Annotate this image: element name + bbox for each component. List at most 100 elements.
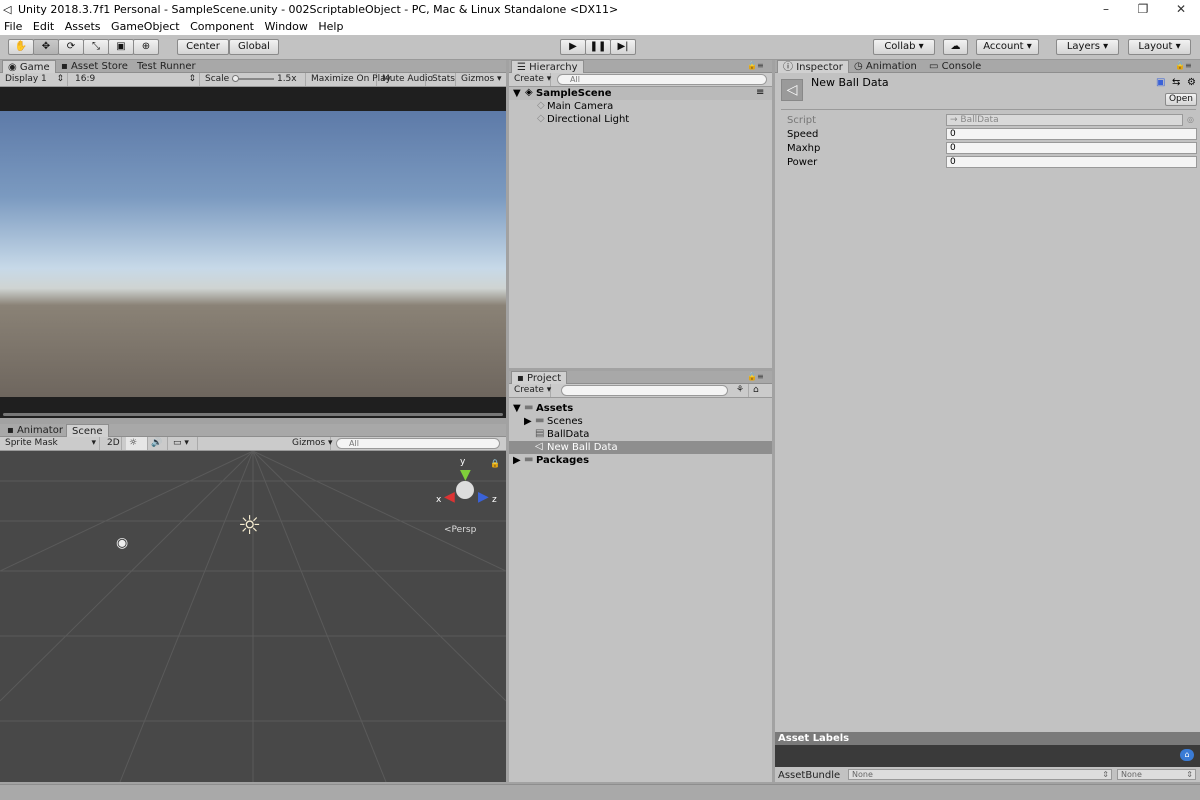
power-input[interactable]: 0 <box>946 156 1197 168</box>
scale-slider[interactable]: Scale 1.5x <box>202 73 306 86</box>
script-field-row: Script → BallData ◎ <box>787 114 1197 127</box>
maximize-on-play-toggle[interactable]: Maximize On Play <box>308 73 391 86</box>
speed-input[interactable]: 0 <box>946 128 1197 140</box>
account-button[interactable]: Account ▾ <box>976 39 1039 55</box>
scene-search-input[interactable]: All <box>336 438 500 449</box>
pause-button[interactable]: ❚❚ <box>585 39 611 55</box>
tab-inspector[interactable]: ⓘ Inspector <box>777 60 849 73</box>
rect-tool-icon[interactable]: ▣ <box>108 39 134 55</box>
scale-track <box>232 74 275 82</box>
open-button[interactable]: Open <box>1165 93 1197 106</box>
maxhp-input[interactable]: 0 <box>946 142 1197 154</box>
menu-edit[interactable]: Edit <box>33 20 54 33</box>
menu-gameobject[interactable]: GameObject <box>111 20 180 33</box>
play-button[interactable]: ▶ <box>560 39 586 55</box>
list-item[interactable]: ▶ ▬ Packages <box>509 454 772 467</box>
gizmo-z-cone-icon[interactable]: ▶ <box>478 489 489 505</box>
list-item[interactable]: ◇ Main Camera <box>509 100 772 113</box>
search-by-label-icon[interactable]: ⌂ <box>750 384 766 397</box>
list-item[interactable]: ▤ BallData <box>509 428 772 441</box>
asset-labels-header: Asset Labels <box>775 732 1200 745</box>
rotate-tool-icon[interactable]: ⟳ <box>58 39 84 55</box>
scene-row[interactable]: ▼ ◈ SampleScene ≡ <box>509 87 772 100</box>
preset-icon[interactable]: ⇆ <box>1172 77 1180 88</box>
gizmo-x-cone-icon[interactable]: ◀ <box>444 489 455 505</box>
help-icon[interactable]: ▣ <box>1156 77 1165 88</box>
gizmo-lock-icon[interactable]: 🔒 <box>490 459 500 468</box>
move-tool-icon[interactable]: ✥ <box>33 39 59 55</box>
camera-gizmo-icon[interactable]: ◉ <box>116 535 128 551</box>
transform-tool-icon[interactable]: ⊕ <box>133 39 159 55</box>
asset-bundle-variant-dropdown[interactable]: None ⇕ <box>1117 769 1196 780</box>
stats-toggle[interactable]: Stats <box>429 73 456 86</box>
menu-component[interactable]: Component <box>190 20 254 33</box>
search-by-type-icon[interactable]: ⚘ <box>733 384 749 397</box>
tab-hierarchy[interactable]: ☰ Hierarchy <box>511 60 584 73</box>
list-item[interactable]: ▶ ▬ Scenes <box>509 415 772 428</box>
game-view[interactable] <box>0 87 506 418</box>
gizmo-center-icon[interactable] <box>456 481 474 499</box>
project-search-input[interactable] <box>561 385 728 396</box>
asset-bundle-dropdown[interactable]: None ⇕ <box>848 769 1112 780</box>
hierarchy-search-input[interactable]: All <box>557 74 767 85</box>
game-gizmos-dropdown[interactable]: Gizmos ▾ <box>458 73 502 86</box>
pivot-center-button[interactable]: Center <box>177 39 229 55</box>
game-scrollbar[interactable] <box>3 413 503 416</box>
persp-label[interactable]: <Persp <box>444 525 476 535</box>
scene-menu-icon[interactable]: ≡ <box>756 87 764 98</box>
lighting-toggle-icon[interactable]: ☼ <box>126 437 148 450</box>
project-lock-icon[interactable]: 🔒≡ <box>747 372 764 381</box>
scenes-foldout-icon[interactable]: ▶ <box>524 416 532 427</box>
scale-tool-icon[interactable]: ⤡ <box>83 39 109 55</box>
inspector-lock-icon[interactable]: 🔒≡ <box>1175 61 1192 70</box>
orientation-gizmo[interactable]: y ▼ x ◀ ▶ z 🔒 <box>436 457 500 515</box>
tab-test-runner[interactable]: Test Runner <box>132 60 201 73</box>
script-picker-icon[interactable]: ◎ <box>1187 115 1194 124</box>
menu-bar: File Edit Assets GameObject Component Wi… <box>0 18 1200 35</box>
close-icon[interactable]: ✕ <box>1166 2 1196 16</box>
2d-toggle[interactable]: 2D <box>104 437 122 450</box>
tab-game[interactable]: ◉ Game <box>2 60 56 73</box>
minimize-icon[interactable]: – <box>1091 2 1121 16</box>
space-global-button[interactable]: Global <box>229 39 279 55</box>
cloud-button[interactable]: ☁ <box>943 39 968 55</box>
tab-animation[interactable]: ◷ Animation <box>849 60 922 73</box>
restore-icon[interactable]: ❐ <box>1128 2 1158 16</box>
menu-window[interactable]: Window <box>265 20 308 33</box>
scene-view[interactable]: ☼ ◉ y ▼ x ◀ ▶ z 🔒 <Persp <box>0 451 506 782</box>
label-tag-icon[interactable]: ⌂ <box>1180 749 1194 761</box>
display-dropdown[interactable]: Display 1 ⇕ <box>2 73 68 86</box>
menu-file[interactable]: File <box>4 20 22 33</box>
directional-light-icon[interactable]: ☼ <box>238 511 261 541</box>
packages-foldout-icon[interactable]: ▶ <box>513 455 521 466</box>
audio-toggle-icon[interactable]: 🔊 <box>148 437 168 450</box>
list-item[interactable]: ▼ ▬ Assets <box>509 402 772 415</box>
collab-button[interactable]: Collab ▾ <box>873 39 935 55</box>
menu-assets[interactable]: Assets <box>65 20 101 33</box>
settings-gear-icon[interactable]: ⚙ <box>1187 77 1196 88</box>
scene-gizmos-dropdown[interactable]: Gizmos ▾ <box>289 437 333 450</box>
hand-tool-icon[interactable]: ✋ <box>8 39 34 55</box>
power-label: Power <box>787 157 818 168</box>
hierarchy-create-dropdown[interactable]: Create ▾ <box>511 73 551 86</box>
menu-help[interactable]: Help <box>318 20 343 33</box>
tab-animator[interactable]: ▪ Animator <box>2 424 68 437</box>
layout-button[interactable]: Layout ▾ <box>1128 39 1191 55</box>
aspect-dropdown[interactable]: 16:9 ⇕ <box>72 73 200 86</box>
list-item[interactable]: ◇ Directional Light <box>509 113 772 126</box>
assets-foldout-icon[interactable]: ▼ <box>513 403 521 414</box>
effects-toggle-icon[interactable]: ▭ ▾ <box>170 437 198 450</box>
sprite-mask-dropdown[interactable]: Sprite Mask ▾ <box>2 437 100 450</box>
tab-scene[interactable]: Scene <box>66 424 109 437</box>
mute-audio-toggle[interactable]: Mute Audio <box>379 73 433 86</box>
layers-button[interactable]: Layers ▾ <box>1056 39 1119 55</box>
step-button[interactable]: ▶| <box>610 39 636 55</box>
list-item-selected[interactable]: ◁ New Ball Data <box>509 441 772 454</box>
tab-asset-store[interactable]: ▪ Asset Store <box>56 60 133 73</box>
tab-console[interactable]: ▭ Console <box>924 60 986 73</box>
hierarchy-lock-icon[interactable]: 🔒≡ <box>747 61 764 70</box>
scene-foldout-icon[interactable]: ▼ <box>513 88 521 99</box>
list-item-label: Assets <box>536 403 574 414</box>
project-create-dropdown[interactable]: Create ▾ <box>511 384 551 397</box>
tab-project[interactable]: ▪ Project <box>511 371 568 384</box>
